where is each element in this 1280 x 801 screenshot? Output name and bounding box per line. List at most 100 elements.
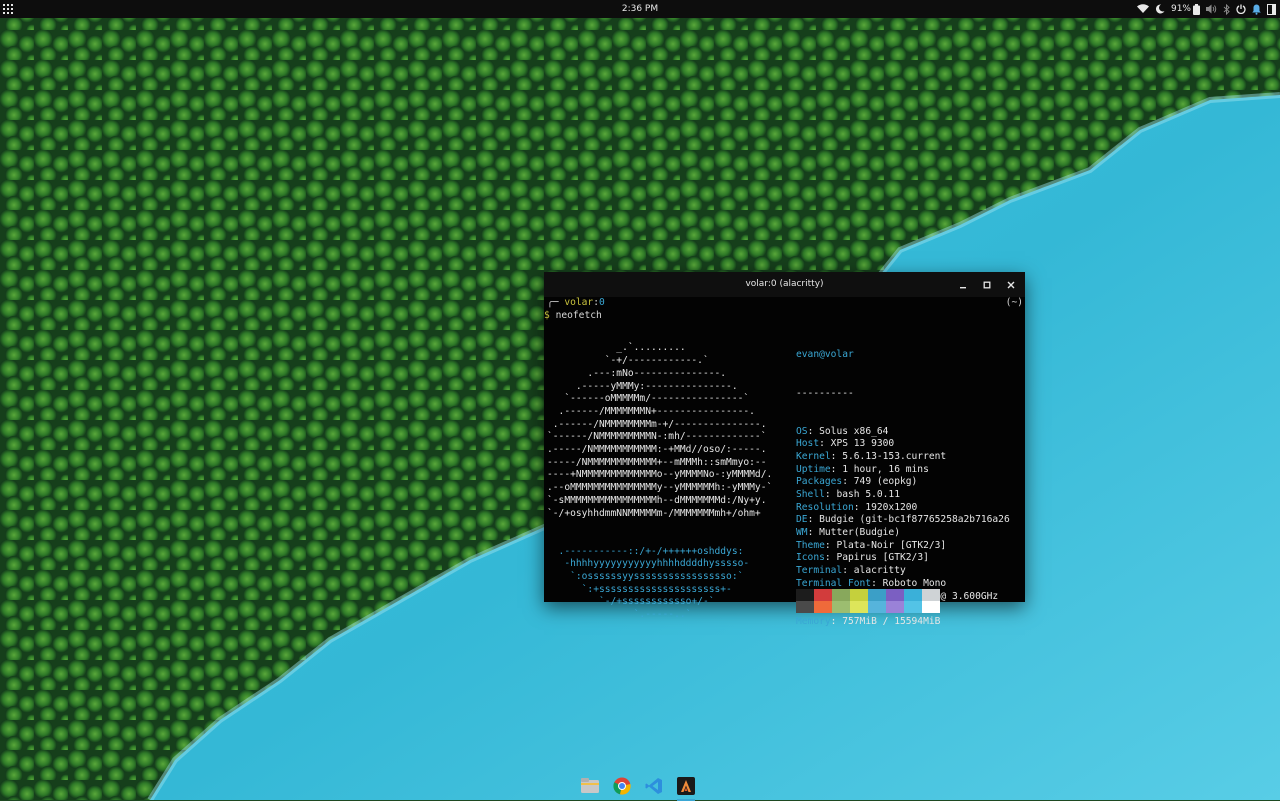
window-titlebar[interactable]: volar:0 (alacritty) (544, 272, 1025, 297)
palette-swatch (832, 601, 850, 613)
palette-swatch (850, 601, 868, 613)
palette-swatch (886, 601, 904, 613)
info-separator: : (830, 615, 843, 627)
info-key: Shell (796, 489, 825, 501)
raven-toggle-icon[interactable] (1267, 0, 1276, 18)
info-key: Theme (796, 539, 825, 551)
info-key: Memory (796, 615, 831, 627)
info-row: WM: Mutter(Budgie) (796, 527, 1010, 540)
terminal-window[interactable]: volar:0 (alacritty) ╭─ volar:0 (~) $ neo… (544, 272, 1025, 627)
close-button[interactable] (1002, 276, 1019, 293)
palette-swatch (868, 589, 886, 601)
info-value: Roboto Mono (882, 577, 947, 589)
palette-swatch (814, 601, 832, 613)
battery-percent: 91% (1170, 4, 1191, 14)
info-key: WM (796, 527, 808, 539)
night-light-icon[interactable] (1155, 0, 1165, 18)
info-value: Mutter(Budgie) (819, 527, 900, 539)
info-key: Icons (796, 552, 825, 564)
info-separator: : (871, 577, 883, 589)
minimize-icon (959, 286, 966, 288)
ascii-art-line: .--oMMMMMMMMMMMMMMMy--yMMMMMMh:-yMMMy-` (547, 482, 773, 494)
ascii-art-line: .------/MMMMMMMN+----------------. (547, 405, 755, 417)
info-separator: : (807, 527, 820, 539)
ascii-art-line: .-----/NMMMMMMMMMMM:-+MMd//oso/:-----. (547, 444, 767, 456)
palette-swatch (796, 589, 814, 601)
info-value: 1920x1200 (865, 501, 918, 513)
info-separator: : (842, 476, 854, 488)
color-palette (796, 589, 940, 613)
wifi-icon[interactable] (1136, 0, 1149, 18)
info-row: Kernel: 5.6.13-153.current (796, 451, 1010, 464)
bluetooth-icon[interactable] (1223, 0, 1230, 18)
palette-swatch (886, 589, 904, 601)
file-manager-icon (581, 778, 599, 793)
info-row: Host: XPS 13 9300 (796, 438, 1010, 451)
prompt-corner: ╭─ (547, 297, 565, 308)
info-value: bash 5.0.11 (836, 489, 900, 501)
ascii-art-line: -----/NMMMMMMMMMMMM+--mMMMh::smMmyo:-- (547, 456, 767, 468)
info-row: Memory: 757MiB / 15594MiB (796, 616, 1010, 629)
prompt-line: ╭─ volar:0 (547, 297, 605, 310)
dock-item-vscode[interactable] (642, 774, 666, 798)
ascii-art-line: `------oMMMMMm/----------------` (547, 393, 750, 405)
palette-swatch (922, 589, 940, 601)
dock-item-files[interactable] (578, 774, 602, 798)
info-row: DE: Budgie (git-bc1f87765258a2b716a26 (796, 514, 1010, 527)
info-value: Budgie (git-bc1f87765258a2b716a26 (819, 514, 1010, 526)
info-separator: : (853, 501, 866, 513)
info-value: Papirus [GTK2/3] (836, 552, 929, 564)
info-row: Packages: 749 (eopkg) (796, 476, 1010, 489)
ascii-art-line: `-/+ssssssssssso+/-` (547, 596, 715, 608)
info-key: Terminal Font (796, 577, 872, 589)
info-value: alacritty (853, 565, 906, 577)
maximize-icon (983, 281, 990, 288)
panel-clock[interactable]: 2:36 PM (0, 0, 1280, 18)
chrome-icon (613, 777, 631, 795)
info-key: Kernel (796, 450, 831, 462)
info-separator: : (824, 489, 837, 501)
ascii-art-line: -hhhhyyyyyyyyyyyhhhhddddhysssso- (547, 558, 750, 570)
maximize-button[interactable] (978, 276, 995, 293)
top-panel: 2:36 PM 91% (0, 0, 1280, 18)
info-separator: : (824, 552, 837, 564)
prompt-cwd: (~) (1005, 297, 1023, 308)
vscode-icon (645, 778, 662, 794)
system-tray: 91% (1136, 0, 1276, 18)
title-underline: ---------- (796, 387, 854, 399)
ascii-art-line: `-sMMMMMMMMMMMMMMMMh--dMMMMMMMd:/Ny+y. (547, 494, 767, 506)
info-value: 757MiB / 15594MiB (842, 615, 941, 627)
close-icon (1007, 281, 1014, 288)
info-value: 749 (eopkg) (853, 476, 918, 488)
minimize-button[interactable] (954, 276, 971, 293)
info-row: Resolution: 1920x1200 (796, 502, 1010, 515)
ascii-art-line: `-/+osyhhdmmNNMMMMMm-/MMMMMMMmh+/ohm+ (547, 507, 761, 519)
ascii-art-line: `------/NMMMMMMMMMN-:mh/-------------` (547, 431, 767, 443)
dock-item-chrome[interactable] (610, 774, 634, 798)
palette-swatch (904, 601, 922, 613)
palette-swatch (850, 589, 868, 601)
battery-indicator[interactable]: 91% (1171, 0, 1200, 18)
info-separator: : (842, 565, 854, 577)
ascii-art-line: `-+/------------.` (547, 355, 709, 367)
info-row: Icons: Papirus [GTK2/3] (796, 552, 1010, 565)
info-value: 1 hour, 16 mins (842, 463, 929, 475)
ascii-art-line: ----+NMMMMMMMMMMMMMo--yMMMMNo-:yMMMMd/. (547, 469, 773, 481)
ascii-art-line: .---:mNo---------------. (547, 367, 727, 379)
alacritty-icon (677, 777, 695, 795)
window-title: volar:0 (alacritty) (745, 279, 824, 289)
info-separator: : (824, 539, 837, 551)
power-icon[interactable] (1236, 0, 1246, 18)
info-row: Uptime: 1 hour, 16 mins (796, 464, 1010, 477)
info-separator: : (830, 463, 843, 475)
dock (578, 772, 698, 801)
terminal-content[interactable]: ╭─ volar:0 (~) $ neofetch _.`......... `… (544, 297, 1025, 627)
notifications-icon[interactable] (1252, 0, 1261, 18)
info-key: DE (796, 514, 808, 526)
palette-swatch (814, 589, 832, 601)
ascii-art-line: `:ossssssyysssssssssssssssso:` (547, 571, 744, 583)
dock-item-alacritty[interactable] (674, 774, 698, 801)
info-key: Resolution (796, 501, 854, 513)
volume-icon[interactable] (1206, 0, 1217, 18)
user-host: evan@volar (796, 349, 854, 361)
